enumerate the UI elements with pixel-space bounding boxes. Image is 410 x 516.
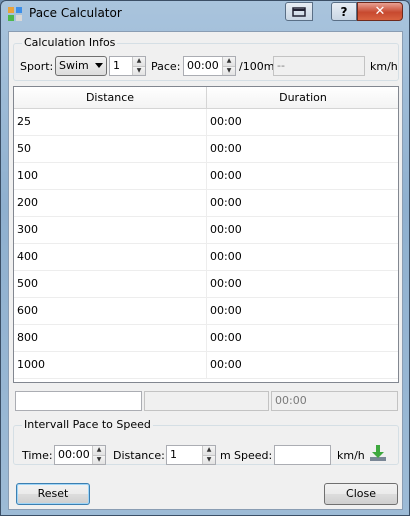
sport-select[interactable]: Swim (55, 56, 107, 76)
title-bar[interactable]: Pace Calculator ? ✕ (1, 1, 409, 27)
close-icon: ✕ (374, 4, 386, 19)
count-value: 1 (113, 59, 120, 72)
count-spinbox[interactable]: 1 ▲ ▼ (109, 56, 146, 76)
cell-duration[interactable]: 00:00 (206, 163, 398, 189)
table-row[interactable]: 100 00:00 (14, 163, 398, 190)
cell-duration[interactable]: 00:00 (206, 352, 398, 378)
speed-label: Speed: (234, 449, 273, 462)
cell-distance[interactable]: 500 (14, 271, 206, 297)
cell-distance[interactable]: 200 (14, 190, 206, 216)
spin-up-icon[interactable]: ▲ (222, 57, 235, 66)
cell-distance[interactable]: 400 (14, 244, 206, 270)
table-row[interactable]: 600 00:00 (14, 298, 398, 325)
custom-duration-field: 00:00 (271, 391, 398, 411)
app-icon (8, 7, 22, 21)
time-stepper[interactable]: ▲ ▼ (92, 446, 105, 464)
help-button[interactable]: ? (331, 2, 357, 21)
cell-distance[interactable]: 100 (14, 163, 206, 189)
table-row[interactable]: 500 00:00 (14, 271, 398, 298)
cell-duration[interactable]: 00:00 (206, 109, 398, 135)
cell-duration[interactable]: 00:00 (206, 244, 398, 270)
distance-stepper[interactable]: ▲ ▼ (202, 446, 215, 464)
distance-label: Distance: (113, 449, 165, 462)
speed-unit-label: km/h (370, 60, 398, 73)
spin-down-icon[interactable]: ▼ (202, 454, 215, 464)
column-header-distance[interactable]: Distance (14, 87, 206, 108)
cell-duration[interactable]: 00:00 (206, 325, 398, 351)
column-header-duration[interactable]: Duration (206, 87, 399, 108)
time-spinbox[interactable]: 00:00 ▲ ▼ (54, 445, 106, 465)
help-icon: ? (340, 4, 348, 19)
chevron-down-icon (95, 63, 103, 68)
restore-icon (292, 6, 306, 17)
cell-distance[interactable]: 1000 (14, 352, 206, 378)
speed-readonly-field: -- (273, 56, 365, 76)
distance-unit-label: m (220, 449, 231, 462)
pace-label: Pace: (151, 60, 181, 73)
time-value: 00:00 (58, 448, 90, 461)
cell-distance[interactable]: 50 (14, 136, 206, 162)
table-row[interactable]: 300 00:00 (14, 217, 398, 244)
close-window-button[interactable]: ✕ (357, 2, 403, 21)
spin-up-icon[interactable]: ▲ (92, 446, 105, 455)
interval-speed-field[interactable] (274, 445, 331, 465)
sport-select-value: Swim (59, 59, 89, 72)
spin-down-icon[interactable]: ▼ (92, 454, 105, 464)
custom-duration-value: 00:00 (275, 394, 307, 407)
table-row[interactable]: 25 00:00 (14, 109, 398, 136)
spin-down-icon[interactable]: ▼ (222, 65, 235, 75)
reset-button[interactable]: Reset (16, 483, 90, 505)
table-header: Distance Duration (14, 87, 398, 109)
custom-distance-field[interactable] (15, 391, 142, 411)
pace-table[interactable]: Distance Duration 25 00:00 50 00:00 100 00:00… (13, 86, 399, 383)
window-title: Pace Calculator (29, 6, 122, 20)
cell-duration[interactable]: 00:00 (206, 217, 398, 243)
close-button[interactable]: Close (324, 483, 398, 505)
speed-readonly-value: -- (277, 59, 285, 72)
table-row[interactable]: 50 00:00 (14, 136, 398, 163)
cell-distance[interactable]: 300 (14, 217, 206, 243)
restore-button[interactable] (285, 2, 313, 21)
sport-label: Sport: (20, 60, 54, 73)
window: Pace Calculator ? ✕ Calculation Infos Sp… (0, 0, 410, 516)
client-area: Calculation Infos Sport: Swim 1 ▲ ▼ Pace:… (8, 31, 403, 510)
download-arrow-icon[interactable] (368, 443, 388, 463)
time-label: Time: (22, 449, 53, 462)
cell-duration[interactable]: 00:00 (206, 298, 398, 324)
interval-speed-unit-label: km/h (337, 449, 365, 462)
spin-up-icon[interactable]: ▲ (202, 446, 215, 455)
group-title: Intervall Pace to Speed (22, 418, 153, 431)
pace-spinbox[interactable]: 00:00 ▲ ▼ (183, 56, 236, 76)
cell-distance[interactable]: 25 (14, 109, 206, 135)
distance-value: 1 (170, 448, 177, 461)
table-row[interactable]: 1000 00:00 (14, 352, 398, 379)
cell-duration[interactable]: 00:00 (206, 190, 398, 216)
cell-duration[interactable]: 00:00 (206, 271, 398, 297)
spin-up-icon[interactable]: ▲ (132, 57, 145, 66)
custom-pace-field (144, 391, 269, 411)
table-row[interactable]: 200 00:00 (14, 190, 398, 217)
spin-down-icon[interactable]: ▼ (132, 65, 145, 75)
count-stepper[interactable]: ▲ ▼ (132, 57, 145, 75)
distance-spinbox[interactable]: 1 ▲ ▼ (166, 445, 216, 465)
pace-value: 00:00 (187, 59, 219, 72)
cell-duration[interactable]: 00:00 (206, 136, 398, 162)
group-title: Calculation Infos (22, 36, 118, 49)
table-row[interactable]: 400 00:00 (14, 244, 398, 271)
cell-distance[interactable]: 600 (14, 298, 206, 324)
table-row[interactable]: 800 00:00 (14, 325, 398, 352)
pace-stepper[interactable]: ▲ ▼ (222, 57, 235, 75)
cell-distance[interactable]: 800 (14, 325, 206, 351)
pace-unit-label: /100m (239, 60, 275, 73)
